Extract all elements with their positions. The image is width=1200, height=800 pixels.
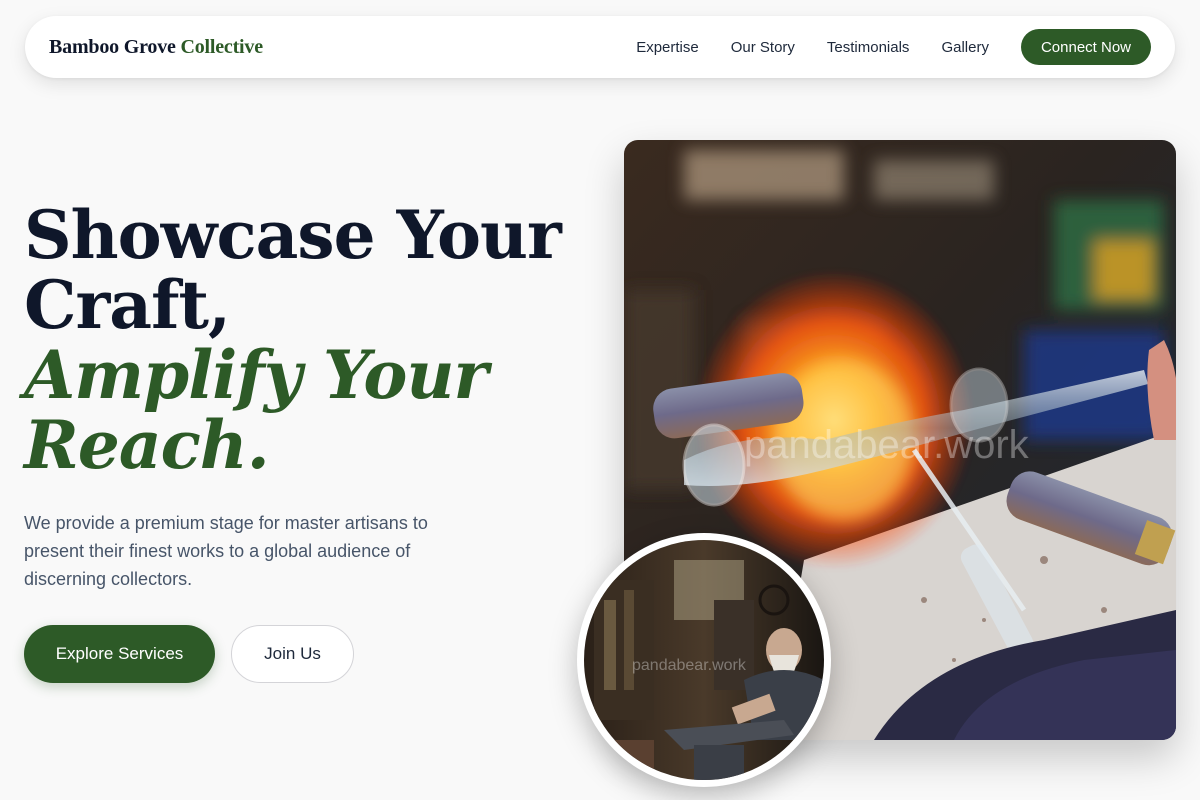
round-image-watermark: pandabear.work: [632, 657, 747, 674]
brand-name-accent: Collective: [180, 35, 263, 58]
headline-line-4: Reach.: [24, 406, 270, 484]
blacksmith-photo: pandabear.work: [584, 540, 824, 780]
nav-link-expertise[interactable]: Expertise: [636, 39, 699, 56]
nav-links: Expertise Our Story Testimonials Gallery…: [636, 29, 1151, 65]
connect-now-button[interactable]: Connect Now: [1020, 29, 1151, 65]
main-image-watermark: pandabear.work: [744, 423, 1030, 467]
brand-name-primary: Bamboo Grove: [49, 35, 181, 58]
hero-headline: Showcase Your Craft, Amplify Your Reach.: [24, 196, 562, 484]
nav-link-testimonials[interactable]: Testimonials: [827, 39, 910, 56]
join-us-button[interactable]: Join Us: [231, 625, 354, 683]
headline-line-3: Amplify Your: [24, 336, 488, 414]
top-navbar: Bamboo Grove Collective Expertise Our St…: [25, 16, 1175, 78]
headline-line-1: Showcase Your: [24, 196, 562, 274]
explore-services-button[interactable]: Explore Services: [24, 625, 215, 683]
artisan-portrait-frame: pandabear.work: [577, 533, 831, 787]
nav-link-our-story[interactable]: Our Story: [731, 39, 795, 56]
hero-subtext: We provide a premium stage for master ar…: [24, 513, 428, 589]
brand-logo[interactable]: Bamboo Grove Collective: [49, 36, 263, 59]
headline-line-2: Craft,: [24, 266, 231, 344]
nav-link-gallery[interactable]: Gallery: [941, 39, 989, 56]
